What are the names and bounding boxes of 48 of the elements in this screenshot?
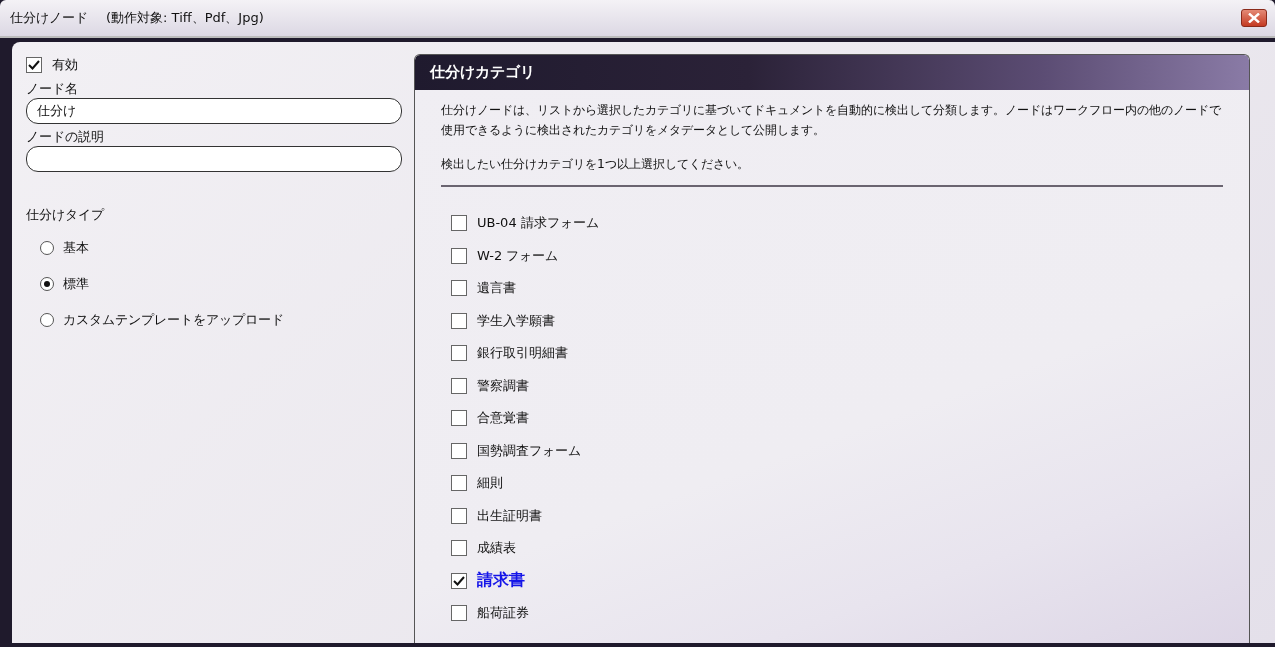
radio-button[interactable] (40, 313, 54, 327)
radio-label: 標準 (63, 275, 89, 293)
checkbox[interactable] (451, 215, 467, 232)
checkbox[interactable] (451, 312, 467, 329)
text-field[interactable]: 仕分け (26, 98, 402, 124)
checkbox-label: 細則 (477, 474, 503, 493)
checkbox[interactable] (451, 507, 467, 524)
panel-description: 仕分けノードは、リストから選択したカテゴリに基づいてドキュメントを自動的に検出して分類します。ノードはワークフロー内の他のノードで使用できるように検出されたカテゴリをメタデータとして公開します。 (441, 101, 1222, 139)
checkbox[interactable] (451, 442, 467, 459)
checkbox-label: 遺言書 (477, 279, 516, 298)
checkbox-label: 合意覚書 (477, 409, 529, 428)
section-label: 仕分けタイプ (26, 206, 106, 224)
checkmark-icon (28, 60, 40, 70)
checkbox[interactable] (451, 475, 467, 492)
window-subtitle: (動作対象: Tiff、Pdf、Jpg) (106, 9, 264, 27)
field-label: ノードの説明 (26, 128, 105, 146)
checkbox[interactable] (451, 345, 467, 362)
panel-instruction: 検出したい仕分けカテゴリを1つ以上選択してください。 (441, 156, 750, 173)
close-icon (1248, 13, 1260, 23)
radio-label: カスタムテンプレートをアップロード (63, 311, 284, 329)
radio-button[interactable] (40, 241, 54, 255)
checkbox-label: 銀行取引明細書 (477, 344, 568, 363)
checkbox[interactable] (451, 410, 467, 427)
checkbox[interactable] (451, 377, 467, 394)
checkbox[interactable] (451, 605, 467, 622)
close-button[interactable] (1241, 9, 1267, 27)
checkbox[interactable] (451, 572, 467, 589)
checkbox-label: 成績表 (477, 539, 516, 558)
field-label: ノード名 (26, 80, 79, 98)
text-field[interactable] (26, 146, 402, 172)
checkbox-label: 学生入学願書 (477, 311, 555, 330)
checkbox[interactable] (451, 280, 467, 297)
radio-label: 基本 (63, 239, 89, 257)
checkmark-icon (453, 575, 465, 586)
checkbox[interactable] (451, 540, 467, 557)
checkbox-label: 出生証明書 (477, 506, 542, 525)
checkbox-label: 船荷証券 (477, 604, 529, 623)
panel-title: 仕分けカテゴリ (430, 63, 535, 82)
checkbox-label: 有効 (52, 56, 78, 74)
radio-button[interactable] (40, 277, 54, 291)
checkbox-label: UB-04 請求フォーム (477, 214, 599, 233)
window-title: 仕分けノード (10, 9, 88, 27)
checkbox-label: 警察調書 (477, 376, 529, 395)
checkbox-label: W-2 フォーム (477, 246, 559, 265)
checkbox-label: 請求書 (477, 570, 525, 592)
checkbox-label: 国勢調査フォーム (477, 441, 581, 460)
checkbox[interactable] (451, 247, 467, 264)
checkbox[interactable] (26, 57, 42, 73)
